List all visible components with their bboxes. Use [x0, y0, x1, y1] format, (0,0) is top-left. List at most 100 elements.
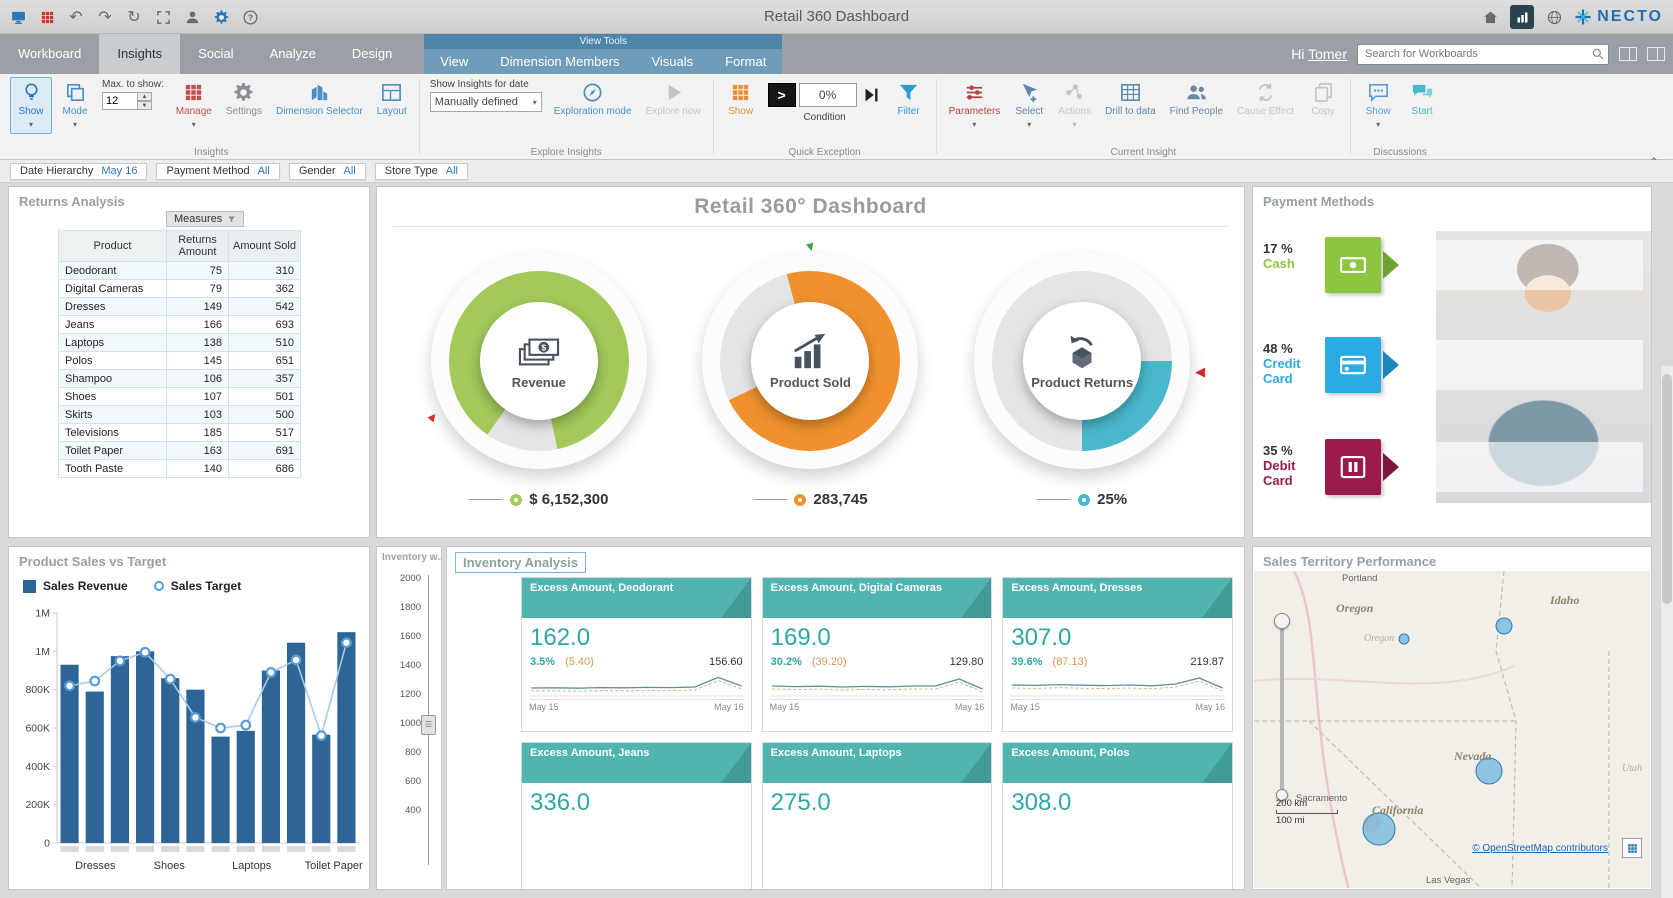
vertical-scrollbar[interactable]	[1660, 366, 1673, 898]
filter-store-type[interactable]: Store Type All	[374, 162, 468, 180]
table-row[interactable]: Digital Cameras 79 362	[58, 279, 301, 298]
payment-method-row[interactable]: 48 % Credit Card	[1263, 333, 1643, 397]
search-input[interactable]	[1357, 43, 1609, 65]
tab-format[interactable]: Format	[709, 49, 782, 74]
revenue-bar[interactable]	[161, 678, 180, 843]
tab-workboard[interactable]: Workboard	[0, 34, 99, 74]
product-sold-gauge[interactable]: Product Sold ▼	[702, 238, 919, 469]
panel-title[interactable]: Inventory Analysis	[455, 552, 587, 573]
mode-button[interactable]: Mode ▾	[54, 77, 96, 134]
tab-visuals[interactable]: Visuals	[635, 49, 709, 74]
revenue-bar[interactable]	[211, 736, 230, 843]
table-row[interactable]: Skirts 103 500	[58, 405, 301, 424]
target-dot[interactable]	[114, 655, 126, 667]
dimension-selector-button[interactable]: Dimension Selector	[270, 77, 369, 121]
tab-insights[interactable]: Insights	[99, 34, 181, 74]
target-dot[interactable]	[64, 680, 75, 692]
column-header-amount-sold[interactable]: Amount Sold	[228, 230, 301, 262]
explore-now-button[interactable]: Explore now	[640, 77, 707, 121]
target-dot[interactable]	[315, 730, 327, 742]
exploration-mode-button[interactable]: Exploration mode	[548, 77, 638, 121]
tab-social[interactable]: Social	[180, 34, 251, 74]
show-exception-button[interactable]: Show	[720, 77, 762, 121]
payment-method-row[interactable]: 35 % Debit Card	[1263, 435, 1643, 499]
map-layers-button[interactable]	[1622, 838, 1642, 858]
inventory-card[interactable]: Excess Amount, Jeans 336.0	[521, 742, 752, 889]
exception-filter-button[interactable]: Filter	[888, 77, 930, 121]
legend-sales-revenue[interactable]: Sales Revenue	[23, 579, 128, 593]
inventory-card[interactable]: Excess Amount, Digital Cameras 169.0 30.2%…	[761, 577, 993, 732]
revenue-bar[interactable]	[312, 734, 331, 843]
target-dot[interactable]	[265, 667, 277, 678]
target-dot[interactable]	[290, 654, 302, 666]
workboard-view-icon[interactable]	[1510, 5, 1535, 29]
layout-button[interactable]: Layout	[371, 77, 413, 121]
revenue-bar[interactable]	[60, 664, 79, 843]
target-dot[interactable]	[341, 637, 352, 649]
map-canvas[interactable]: Portland Oregon Oregon Idaho Nevada Utah…	[1254, 571, 1650, 888]
start-discussion-button[interactable]: Start	[1401, 77, 1443, 121]
target-dot[interactable]	[240, 719, 252, 731]
settings-button[interactable]: Settings	[220, 77, 268, 121]
table-row[interactable]: Toilet Paper 163 691	[58, 441, 301, 460]
zoom-track[interactable]	[1280, 621, 1284, 797]
target-dot[interactable]	[89, 675, 101, 687]
revenue-bar[interactable]	[110, 656, 129, 843]
measures-tab[interactable]: Measures	[166, 211, 245, 227]
revenue-bar[interactable]	[287, 642, 306, 843]
actions-button[interactable]: Actions ▾	[1052, 77, 1097, 134]
filter-date-hierarchy[interactable]: Date Hierarchy May 16	[10, 162, 148, 180]
sales-chart[interactable]: 1M 1M 800K 600K 400K 200K 0 Dresses Shoes Laptops…	[11, 603, 369, 885]
drill-to-data-button[interactable]: Drill to data	[1099, 77, 1162, 121]
tab-dimension-members[interactable]: Dimension Members	[484, 49, 635, 74]
target-dot[interactable]	[190, 712, 201, 723]
find-people-button[interactable]: Find People	[1164, 77, 1229, 121]
cause-effect-button[interactable]: Cause Effect	[1231, 77, 1300, 121]
greater-than-button[interactable]: >	[767, 83, 796, 107]
filter-gender[interactable]: Gender All	[288, 162, 366, 180]
table-row[interactable]: Shampoo 106 357	[58, 369, 301, 388]
target-dot[interactable]	[139, 646, 151, 658]
exception-value-field[interactable]: 0%	[798, 83, 857, 107]
column-header-returns-amount[interactable]: Returns Amount	[166, 230, 229, 262]
tab-design[interactable]: Design	[334, 34, 410, 74]
filter-payment-method[interactable]: Payment Method All	[156, 162, 280, 180]
scrollbar-thumb[interactable]	[1662, 374, 1672, 604]
tab-analyze[interactable]: Analyze	[252, 34, 334, 74]
layout-view-icon[interactable]	[1647, 47, 1665, 61]
legend-sales-target[interactable]: Sales Target	[153, 579, 241, 593]
revenue-bar[interactable]	[136, 651, 155, 843]
sales-bubble[interactable]	[1495, 617, 1513, 635]
table-row[interactable]: Shoes 107 501	[58, 387, 301, 406]
home-icon[interactable]	[1480, 7, 1500, 27]
spin-up-icon[interactable]: ▲	[138, 92, 152, 101]
osm-attribution-link[interactable]: © OpenStreetMap contributors	[1472, 843, 1608, 854]
max-to-show-input[interactable]	[102, 92, 138, 110]
product-returns-gauge[interactable]: Product Returns ◀	[974, 253, 1205, 469]
revenue-bar[interactable]	[236, 730, 255, 843]
table-row[interactable]: Dresses 149 542	[58, 297, 301, 316]
user-name-link[interactable]: Tomer	[1308, 46, 1347, 62]
table-row[interactable]: Tooth Paste 140 686	[58, 459, 301, 478]
table-row[interactable]: Deodorant 75 310	[58, 261, 301, 280]
inventory-card[interactable]: Excess Amount, Laptops 275.0	[761, 742, 993, 889]
slider-handle[interactable]: ☰	[421, 715, 436, 735]
date-mode-dropdown[interactable]: Manually defined ▾	[429, 92, 542, 112]
target-dot[interactable]	[164, 673, 176, 685]
revenue-bar[interactable]	[261, 670, 280, 844]
table-row[interactable]: Jeans 166 693	[58, 315, 301, 334]
sales-bubble[interactable]	[1398, 633, 1410, 645]
select-button[interactable]: Select ▾	[1008, 77, 1050, 134]
language-globe-icon[interactable]	[1544, 7, 1564, 27]
table-row[interactable]: Televisions 185 517	[58, 423, 301, 442]
tab-view[interactable]: View	[424, 49, 484, 74]
parameters-button[interactable]: Parameters ▾	[943, 77, 1007, 134]
revenue-gauge[interactable]: $ Revenue ▲	[424, 253, 647, 469]
search-icon[interactable]	[1591, 47, 1605, 61]
inventory-card[interactable]: Excess Amount, Dresses 307.0 39.6% (87.13) 2…	[1002, 577, 1233, 732]
split-view-icon[interactable]	[1619, 47, 1637, 61]
spin-down-icon[interactable]: ▼	[138, 101, 152, 110]
inventory-card[interactable]: Excess Amount, Polos 308.0	[1002, 742, 1233, 889]
inventory-card[interactable]: Excess Amount, Deodorant 162.0 3.5% (5.40) 1…	[521, 577, 752, 732]
column-header-product[interactable]: Product	[58, 230, 167, 262]
